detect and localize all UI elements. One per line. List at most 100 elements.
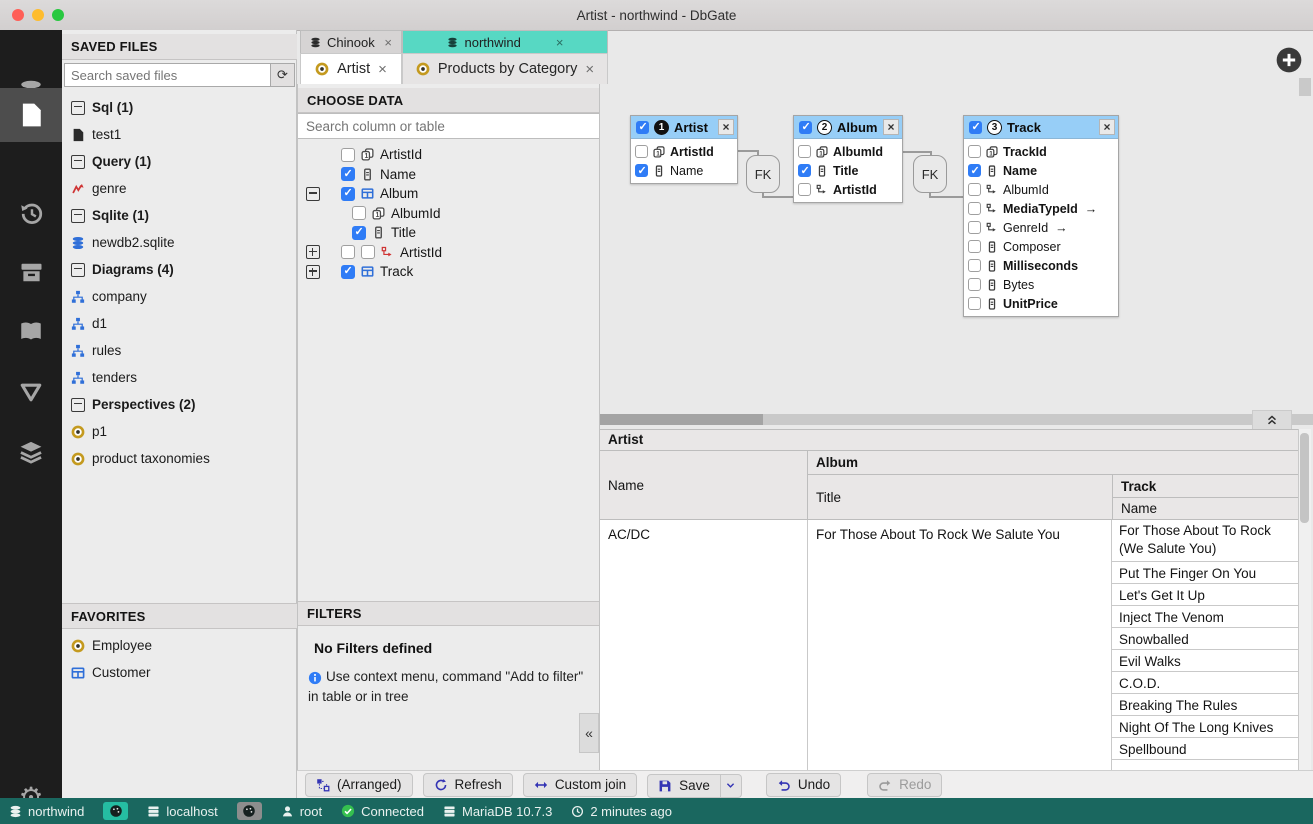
tree-group-query[interactable]: Query (1) (62, 148, 297, 175)
undo-button[interactable]: Undo (766, 773, 841, 797)
designer-column[interactable]: TrackId (964, 142, 1118, 161)
checkbox[interactable] (798, 145, 811, 158)
status-server[interactable]: localhost (147, 804, 217, 819)
designer-column[interactable]: Title (794, 161, 902, 180)
save-options-dropdown[interactable] (721, 774, 742, 798)
designer-column[interactable]: ArtistId (794, 180, 902, 199)
tree-column-albumid[interactable]: AlbumId (298, 204, 599, 224)
tree-item-genre[interactable]: genre (62, 175, 297, 202)
custom-join-button[interactable]: Custom join (523, 773, 637, 797)
close-icon[interactable]: × (883, 119, 899, 135)
designer-column[interactable]: Bytes (964, 275, 1118, 294)
save-button[interactable]: Save (647, 774, 721, 798)
checkbox[interactable] (968, 164, 981, 177)
tree-item-p1[interactable]: p1 (62, 418, 297, 445)
designer-column[interactable]: UnitPrice (964, 294, 1118, 313)
fk-join-badge[interactable]: FK (746, 155, 780, 193)
checkbox[interactable] (361, 245, 375, 259)
designer-column[interactable]: Milliseconds (964, 256, 1118, 275)
checkbox[interactable] (341, 245, 355, 259)
tree-group-sqlite[interactable]: Sqlite (1) (62, 202, 297, 229)
collapse-icon[interactable] (71, 101, 85, 115)
checkbox[interactable] (341, 148, 355, 162)
tree-column-name[interactable]: Name (298, 165, 599, 185)
checkbox[interactable] (798, 164, 811, 177)
connection-color-badge[interactable] (103, 802, 128, 820)
tree-fk-artistid[interactable]: ArtistId (298, 243, 599, 263)
saved-files-search-input[interactable] (64, 63, 270, 87)
expand-icon[interactable] (306, 245, 320, 259)
arranged-button[interactable]: (Arranged) (305, 773, 413, 797)
checkbox[interactable] (968, 278, 981, 291)
checkbox[interactable] (352, 226, 366, 240)
grid-cell-album[interactable]: For Those About To Rock We Salute You (808, 520, 1112, 770)
grid-cell-track[interactable]: Breaking The Rules (1112, 694, 1298, 716)
tree-table-album[interactable]: Album (298, 184, 599, 204)
tree-item-d1[interactable]: d1 (62, 310, 297, 337)
tree-group-sql[interactable]: Sql (1) (62, 94, 297, 121)
designer-table-artist[interactable]: 1 Artist × ArtistId Name (630, 115, 738, 184)
designer-table-track[interactable]: 3 Track × TrackId Name AlbumId MediaType… (963, 115, 1119, 317)
checkbox[interactable] (968, 145, 981, 158)
checkbox[interactable] (635, 164, 648, 177)
tree-group-perspectives[interactable]: Perspectives (2) (62, 391, 297, 418)
grid-column-track-name[interactable]: Name (1112, 498, 1298, 520)
designer-table-album[interactable]: 2 Album × AlbumId Title ArtistId (793, 115, 903, 203)
tree-column-title[interactable]: Title (298, 223, 599, 243)
checkbox[interactable] (968, 183, 981, 196)
close-icon[interactable]: × (718, 119, 734, 135)
grid-cell-artist[interactable]: AC/DC (600, 520, 808, 770)
connection-color-badge[interactable] (237, 802, 262, 820)
designer-column[interactable]: MediaTypeId→ (964, 199, 1118, 218)
collapse-icon[interactable] (306, 187, 320, 201)
grid-cell-track[interactable]: Spellbound (1112, 738, 1298, 760)
checkbox[interactable] (969, 121, 982, 134)
checkbox[interactable] (341, 167, 355, 181)
checkbox[interactable] (799, 121, 812, 134)
tab-products-by-category[interactable]: Products by Category × (402, 53, 608, 84)
layers-nav-icon[interactable] (0, 425, 62, 479)
collapse-icon[interactable] (71, 398, 85, 412)
status-user[interactable]: root (281, 804, 322, 819)
horizontal-scrollbar-thumb[interactable] (600, 414, 763, 425)
collapse-up-button[interactable] (1253, 411, 1291, 428)
checkbox[interactable] (352, 206, 366, 220)
tab-group-northwind[interactable]: northwind × (402, 30, 608, 53)
tree-table-track[interactable]: Track (298, 262, 599, 282)
grid-vertical-scrollbar-thumb[interactable] (1300, 433, 1309, 523)
expand-icon[interactable] (306, 265, 320, 279)
tab-group-chinook[interactable]: Chinook × (300, 30, 402, 53)
checkbox[interactable] (968, 202, 981, 215)
tree-item-company[interactable]: company (62, 283, 297, 310)
tree-group-diagrams[interactable]: Diagrams (4) (62, 256, 297, 283)
tab-artist[interactable]: Artist × (300, 53, 402, 84)
checkbox[interactable] (636, 121, 649, 134)
close-icon[interactable]: × (556, 35, 564, 50)
tree-item-test1[interactable]: test1 (62, 121, 297, 148)
grid-cell-track[interactable]: C.O.D. (1112, 672, 1298, 694)
grid-cell-track[interactable]: Put The Finger On You (1112, 562, 1298, 584)
checkbox[interactable] (968, 240, 981, 253)
tree-item-product-taxonomies[interactable]: product taxonomies (62, 445, 297, 472)
collapse-icon[interactable] (71, 263, 85, 277)
checkbox[interactable] (635, 145, 648, 158)
history-nav-icon[interactable] (0, 186, 62, 240)
collapse-panel-button[interactable]: « (579, 713, 599, 753)
designer-column[interactable]: ArtistId (631, 142, 737, 161)
designer-column[interactable]: Name (964, 161, 1118, 180)
tree-column-artistid[interactable]: ArtistId (298, 145, 599, 165)
grid-cell-track[interactable]: Let's Get It Up (1112, 584, 1298, 606)
designer-column[interactable]: GenreId→ (964, 218, 1118, 237)
close-icon[interactable]: × (378, 61, 387, 78)
refresh-button[interactable]: Refresh (423, 773, 513, 797)
checkbox[interactable] (968, 297, 981, 310)
grid-cell-track[interactable]: Evil Walks (1112, 650, 1298, 672)
checkbox[interactable] (798, 183, 811, 196)
close-icon[interactable]: × (1099, 119, 1115, 135)
grid-column-name[interactable]: Name (600, 451, 808, 520)
checkbox[interactable] (341, 187, 355, 201)
grid-cell-track[interactable]: For Those About To Rock (We Salute You) (1112, 520, 1298, 562)
grid-column-title[interactable]: Title (808, 475, 1112, 520)
favorite-item-employee[interactable]: Employee (62, 632, 297, 659)
tree-item-rules[interactable]: rules (62, 337, 297, 364)
